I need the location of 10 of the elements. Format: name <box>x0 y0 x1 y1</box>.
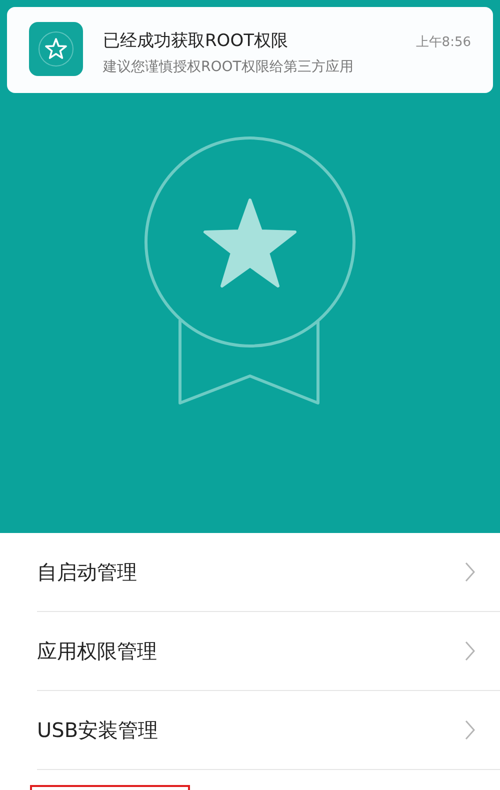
menu-item[interactable]: USB安装管理 <box>37 691 500 770</box>
menu-item[interactable]: 应用权限管理 <box>37 612 500 691</box>
notification-title: 已经成功获取ROOT权限 <box>103 30 288 53</box>
menu-item[interactable]: 自启动管理 <box>37 533 500 612</box>
chevron-right-icon <box>465 562 475 582</box>
notification-card[interactable]: 已经成功获取ROOT权限 上午8:56 建议您谨慎授权ROOT权限给第三方应用 <box>7 7 493 93</box>
chevron-right-icon <box>465 641 475 661</box>
notification-time: 上午8:56 <box>416 34 471 52</box>
notification-message: 建议您谨慎授权ROOT权限给第三方应用 <box>103 58 354 76</box>
chevron-right-icon <box>465 720 475 740</box>
